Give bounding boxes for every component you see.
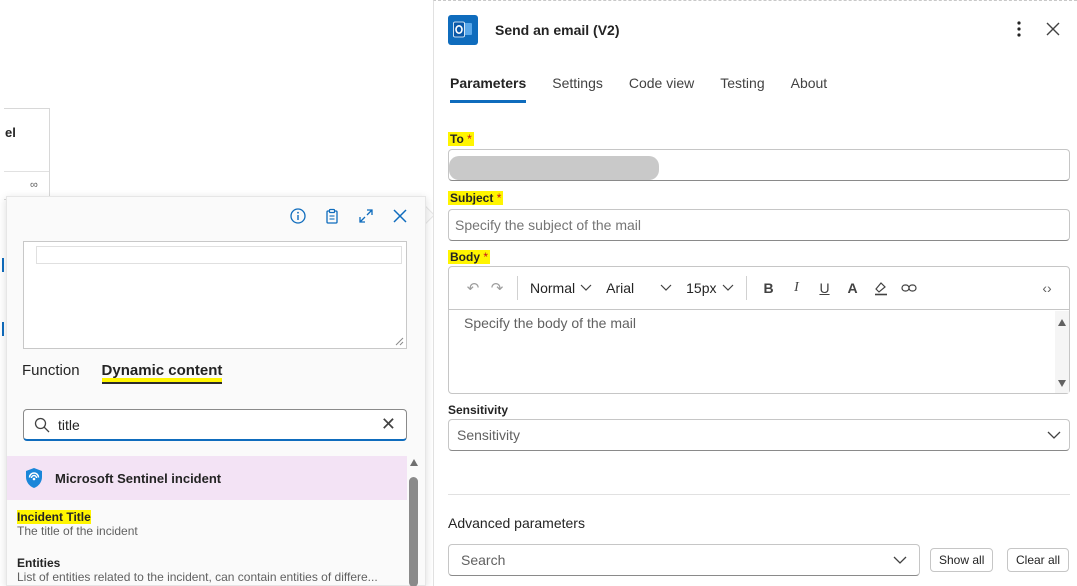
close-icon[interactable] [389, 205, 411, 227]
font-value: Arial [606, 280, 635, 296]
group-label: Microsoft Sentinel incident [55, 470, 222, 486]
link-icon: ∞ [30, 179, 38, 191]
info-icon[interactable] [287, 205, 309, 227]
underline-icon[interactable]: U [811, 276, 839, 300]
sensitivity-value: Sensitivity [457, 427, 521, 443]
panel-title: Send an email (V2) [495, 22, 620, 38]
tab-function[interactable]: Function [22, 362, 80, 384]
popup-scrollbar[interactable] [409, 477, 418, 586]
result-description: The title of the incident [17, 524, 138, 538]
expression-input-line[interactable] [36, 246, 402, 264]
resize-grip-icon[interactable] [395, 337, 404, 346]
body-editor[interactable]: ↶ ↷ Normal Arial 15px B I U A ‹› Specify… [448, 266, 1070, 394]
chevron-down-icon [893, 556, 907, 564]
clipboard-icon[interactable] [321, 205, 343, 227]
toolbar-separator [517, 276, 518, 300]
redacted-email [449, 156, 659, 180]
advanced-parameters-label: Advanced parameters [448, 515, 585, 531]
advanced-search-placeholder: Search [461, 552, 506, 568]
section-divider [448, 494, 1070, 495]
redo-icon[interactable]: ↷ [485, 276, 509, 300]
subject-label: Subject * [448, 191, 504, 205]
group-header-sentinel[interactable]: Microsoft Sentinel incident [7, 456, 407, 500]
dynamic-content-search[interactable]: ✕ [23, 409, 407, 441]
sensitivity-label: Sensitivity [448, 403, 509, 417]
subject-input[interactable] [449, 210, 1069, 240]
canvas-connector [2, 322, 4, 336]
expand-icon[interactable] [355, 205, 377, 227]
bold-icon[interactable]: B [755, 276, 783, 300]
result-item-entities[interactable]: Entities List of entities related to the… [17, 556, 407, 584]
advanced-parameters-dropdown[interactable]: Search [448, 544, 920, 576]
more-options-icon[interactable] [1009, 19, 1029, 39]
scroll-up-arrow[interactable] [410, 459, 418, 466]
page: el ∞ Function Dynamic content title ✕ Mi… [0, 0, 1077, 586]
style-select[interactable]: Normal [526, 280, 596, 296]
action-details-panel: Send an email (V2) Parameters Settings C… [433, 0, 1077, 586]
chevron-down-icon [722, 284, 733, 291]
tab-settings[interactable]: Settings [552, 75, 603, 103]
tab-about[interactable]: About [791, 75, 828, 103]
chevron-down-icon [660, 284, 672, 291]
show-all-button[interactable]: Show all [930, 548, 994, 572]
chevron-down-icon [1047, 431, 1061, 439]
subject-field[interactable] [448, 209, 1070, 241]
highlight-color-icon[interactable] [867, 276, 895, 300]
clear-search-icon[interactable]: ✕ [381, 414, 396, 435]
italic-icon[interactable]: I [783, 276, 811, 300]
sentinel-shield-icon [26, 468, 42, 488]
tab-dynamic-content[interactable]: Dynamic content [101, 362, 223, 384]
sensitivity-dropdown[interactable]: Sensitivity [448, 419, 1070, 451]
panel-header: Send an email (V2) [448, 15, 619, 45]
chevron-down-icon [580, 284, 592, 291]
size-value: 15px [686, 280, 717, 296]
dynamic-content-popup: Function Dynamic content ✕ Microsoft Sen… [6, 196, 426, 586]
clear-all-button[interactable]: Clear all [1007, 548, 1070, 572]
undo-icon[interactable]: ↶ [461, 276, 485, 300]
result-item-incident-title[interactable]: Incident Title The title of the incident [17, 510, 407, 538]
body-label: Body * [448, 250, 491, 264]
popup-toolbar [287, 205, 411, 227]
scroll-down-arrow[interactable] [1058, 380, 1066, 387]
size-select[interactable]: 15px [682, 280, 737, 296]
font-color-icon[interactable]: A [839, 276, 867, 300]
panel-actions [1009, 19, 1063, 39]
popup-tabs: Function Dynamic content [22, 362, 223, 384]
node-title: el [5, 125, 16, 140]
search-icon [34, 417, 50, 432]
workflow-node-card[interactable]: el ∞ [4, 108, 50, 200]
tab-testing[interactable]: Testing [720, 75, 764, 103]
node-divider [4, 171, 49, 172]
to-label: To * [448, 132, 474, 146]
tab-parameters[interactable]: Parameters [450, 75, 527, 103]
body-placeholder[interactable]: Specify the body of the mail [464, 315, 636, 331]
outlook-icon [448, 15, 478, 45]
expression-editor[interactable] [23, 241, 407, 349]
toolbar-separator [745, 276, 747, 300]
editor-toolbar: ↶ ↷ Normal Arial 15px B I U A ‹› [449, 267, 1069, 310]
result-title: Entities [17, 556, 61, 570]
search-input[interactable] [58, 416, 381, 433]
to-field[interactable] [448, 149, 1070, 181]
tab-code-view[interactable]: Code view [629, 75, 694, 103]
code-view-icon[interactable]: ‹› [1033, 276, 1061, 300]
canvas-connector [2, 258, 4, 272]
result-description: List of entities related to the incident… [17, 570, 378, 584]
scroll-up-arrow[interactable] [1058, 319, 1066, 326]
style-value: Normal [530, 280, 576, 296]
panel-tabs: Parameters Settings Code view Testing Ab… [450, 75, 827, 103]
close-panel-icon[interactable] [1043, 19, 1063, 39]
result-title: Incident Title [17, 510, 91, 524]
font-select[interactable]: Arial [602, 280, 676, 296]
link-icon[interactable] [895, 276, 923, 300]
